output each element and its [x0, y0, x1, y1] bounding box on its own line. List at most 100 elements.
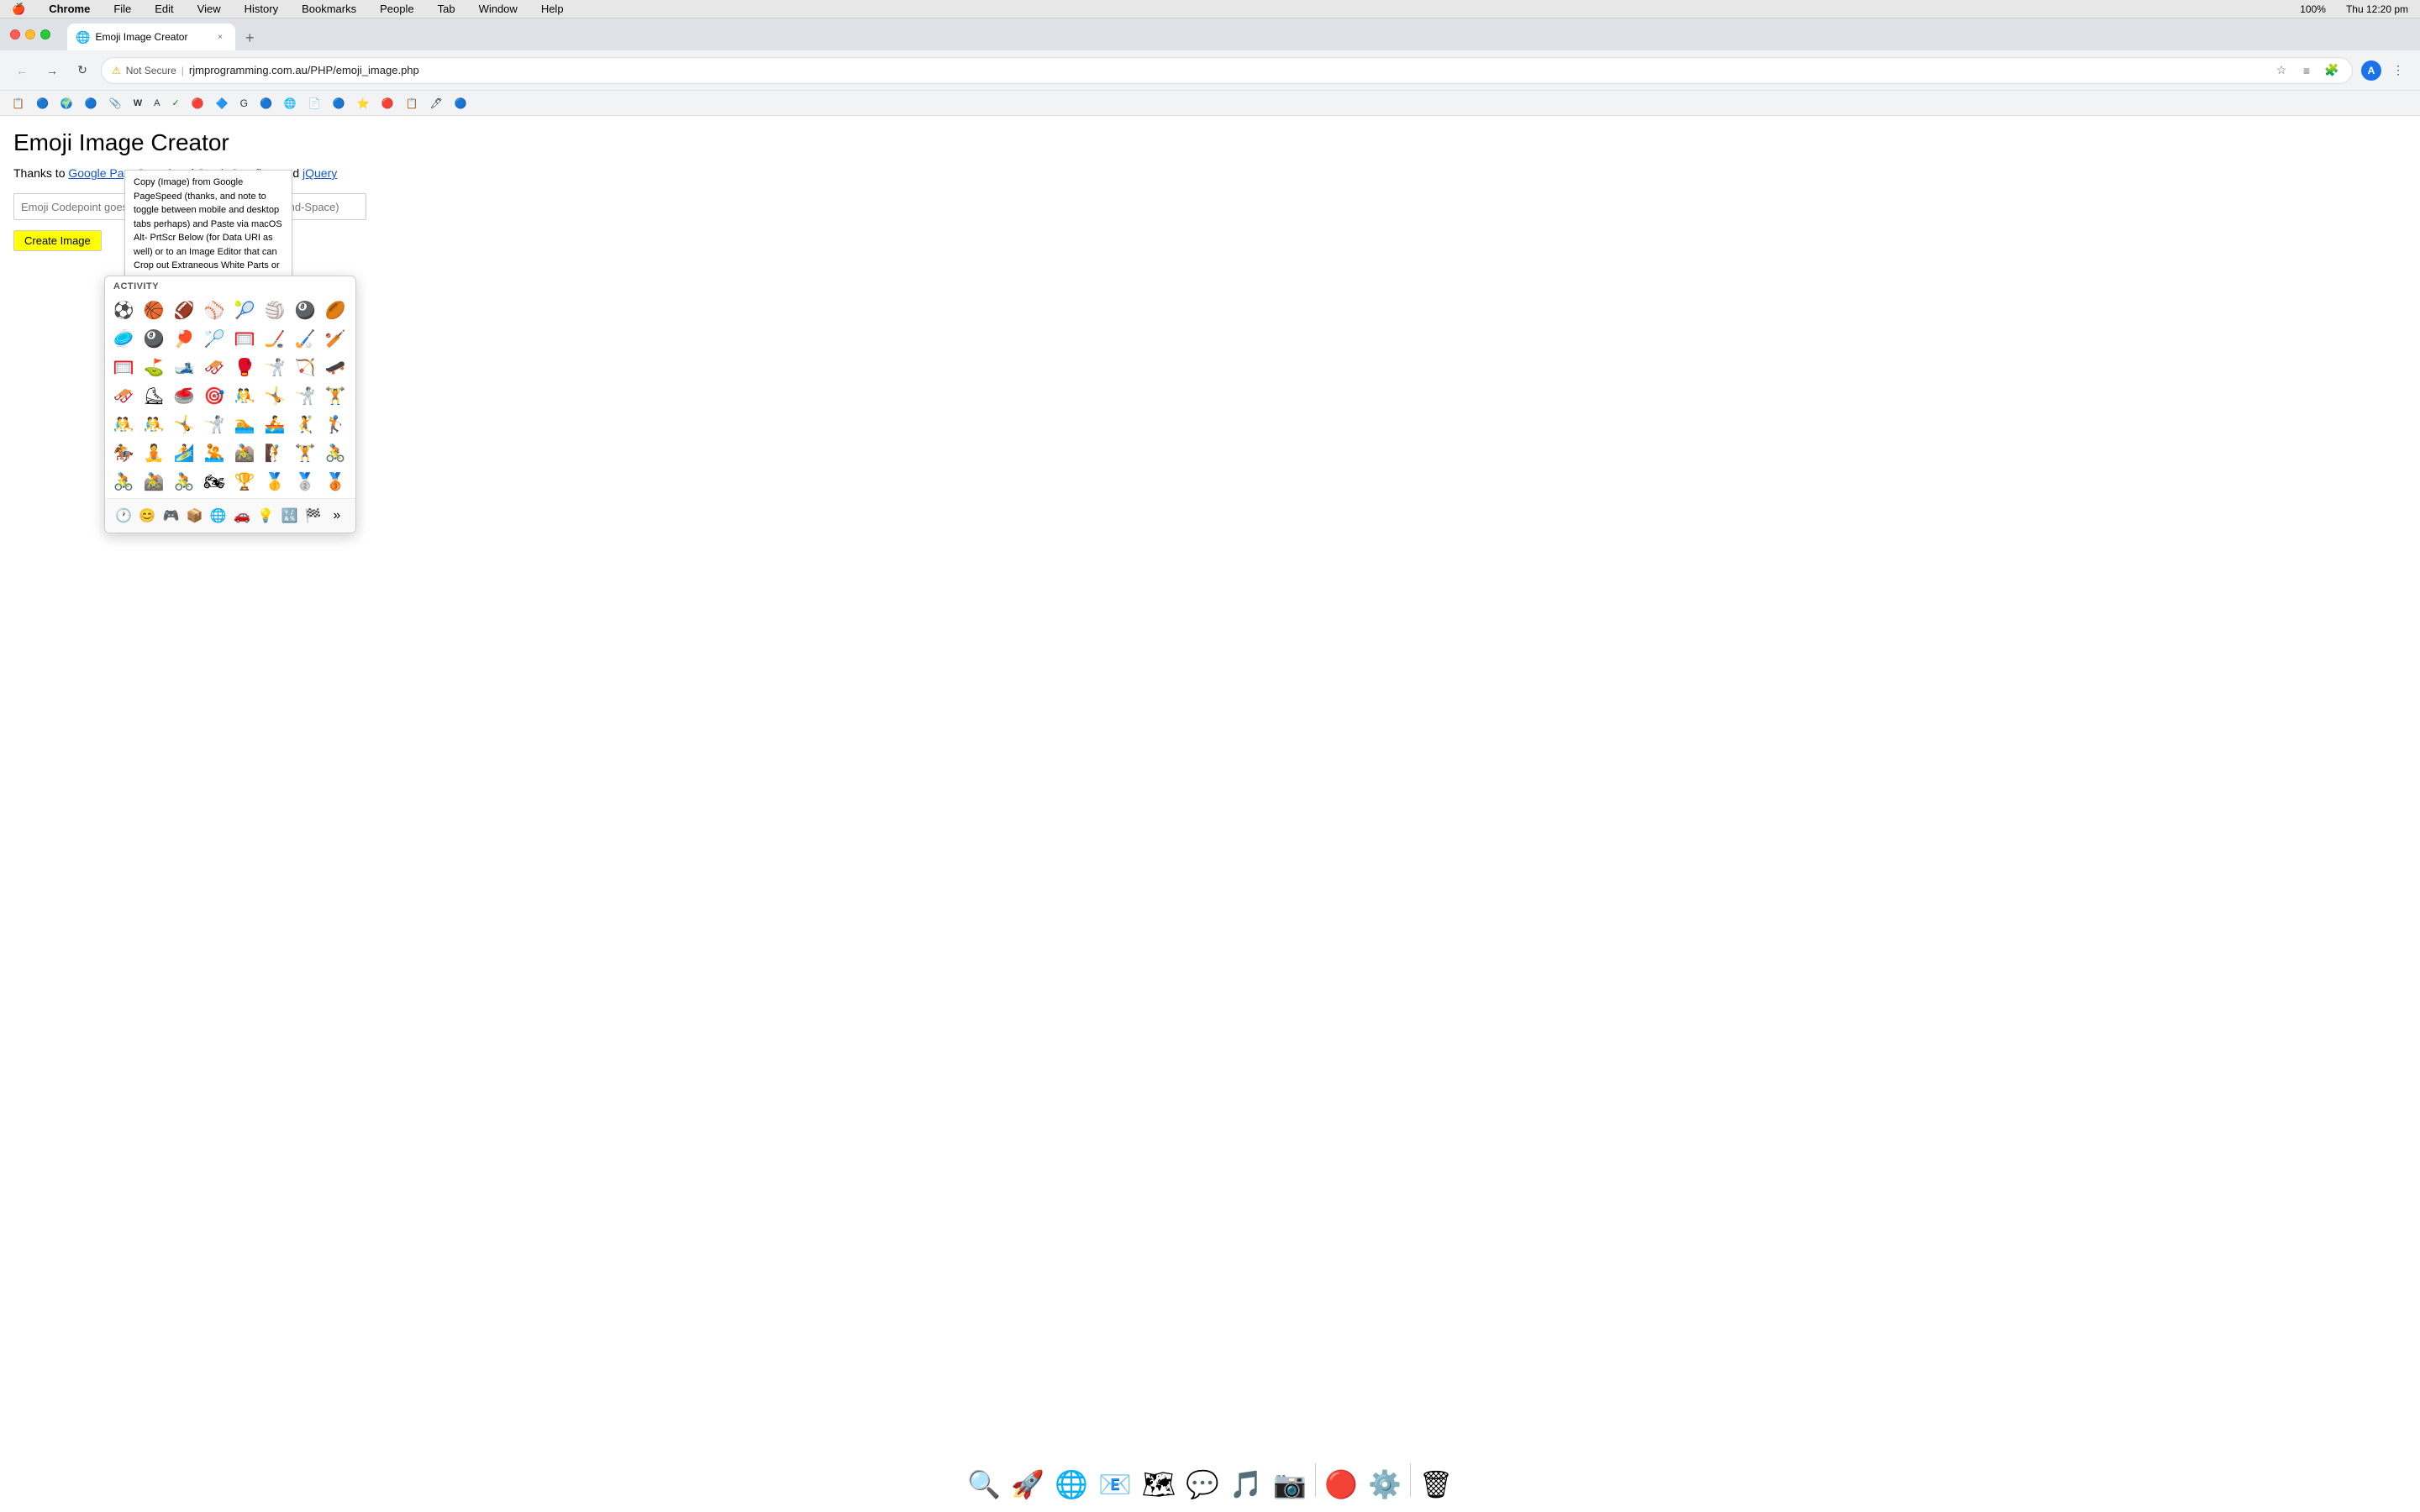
recent-category-button[interactable]: 🕐: [112, 504, 135, 528]
bookmark-item[interactable]: 🔴: [376, 96, 399, 111]
bookmark-item[interactable]: 🌍: [55, 96, 78, 111]
profile-button[interactable]: A: [2360, 59, 2383, 82]
active-tab[interactable]: 🌐 Emoji Image Creator ×: [67, 24, 235, 50]
dock-trash[interactable]: 🗑: [1416, 1464, 1456, 1504]
dock-music[interactable]: 🎵: [1226, 1464, 1266, 1504]
bookmark-item[interactable]: G: [235, 96, 253, 111]
emoji-cell[interactable]: 🏋: [292, 439, 318, 466]
menu-history[interactable]: History: [239, 2, 283, 16]
emoji-cell[interactable]: 🏐: [261, 297, 288, 323]
emoji-cell[interactable]: 🤽: [201, 439, 228, 466]
bookmark-item[interactable]: 📎: [104, 96, 127, 111]
emoji-cell[interactable]: 🤼: [231, 382, 258, 409]
emoji-cell[interactable]: 🧗: [261, 439, 288, 466]
emoji-cell[interactable]: 🤼: [110, 411, 137, 438]
emoji-cell[interactable]: 🤺: [261, 354, 288, 381]
bookmark-item[interactable]: 🔵: [328, 96, 350, 111]
emoji-cell[interactable]: 🤸: [171, 411, 197, 438]
jquery-link[interactable]: jQuery: [302, 166, 337, 180]
bookmark-item[interactable]: A: [149, 97, 165, 110]
emoji-cell[interactable]: 🛹: [322, 354, 349, 381]
emoji-cell[interactable]: 🚴: [171, 468, 197, 495]
emoji-cell[interactable]: ⚽: [110, 297, 137, 323]
emoji-cell[interactable]: 🏹: [292, 354, 318, 381]
dock-safari[interactable]: 🌐: [1051, 1464, 1092, 1504]
emoji-cell[interactable]: 🚴: [322, 439, 349, 466]
emoji-cell[interactable]: 🥌: [171, 382, 197, 409]
emoji-cell[interactable]: 🥅: [231, 325, 258, 352]
menu-edit[interactable]: Edit: [150, 2, 178, 16]
emoji-cell[interactable]: 🏄: [171, 439, 197, 466]
vehicles-category-button[interactable]: 🚗: [230, 504, 254, 528]
bookmark-item[interactable]: ⭐: [352, 96, 375, 111]
emoji-cell[interactable]: 🏈: [171, 297, 197, 323]
emoji-cell[interactable]: 🎯: [201, 382, 228, 409]
emoji-cell[interactable]: 🏉: [322, 297, 349, 323]
dock-finder[interactable]: 🔍: [964, 1464, 1004, 1504]
emoji-cell[interactable]: 🤾: [292, 411, 318, 438]
flags-category-button[interactable]: 🏁: [302, 504, 325, 528]
dock-maps[interactable]: 🗺: [1139, 1464, 1179, 1504]
emoji-cell[interactable]: 🏆: [231, 468, 258, 495]
emoji-cell[interactable]: 🥏: [110, 325, 137, 352]
emoji-cell[interactable]: 🚵: [231, 439, 258, 466]
bookmark-page-button[interactable]: ☆: [2271, 60, 2291, 81]
emoji-cell[interactable]: 🏏: [322, 325, 349, 352]
menu-chrome[interactable]: Chrome: [44, 2, 95, 16]
emoji-cell[interactable]: 🥈: [292, 468, 318, 495]
reload-button[interactable]: ↻: [71, 59, 94, 82]
extensions-button[interactable]: 🧩: [2322, 60, 2342, 81]
emoji-cell[interactable]: 🚴: [110, 468, 137, 495]
bookmark-item[interactable]: 🖊: [425, 96, 448, 111]
emoji-cell[interactable]: 🥇: [261, 468, 288, 495]
bookmark-item[interactable]: ✓: [167, 96, 185, 110]
forward-button[interactable]: →: [40, 59, 64, 82]
activities-category-button active[interactable]: 🎮: [159, 504, 182, 528]
emoji-cell[interactable]: 🤸: [261, 382, 288, 409]
dock-mail[interactable]: 📧: [1095, 1464, 1135, 1504]
bookmark-item[interactable]: 🔵: [80, 96, 103, 111]
bookmark-item[interactable]: 🔵: [31, 96, 54, 111]
menu-file[interactable]: File: [108, 2, 136, 16]
dock-settings[interactable]: ⚙️: [1365, 1464, 1405, 1504]
bookmark-item[interactable]: 📋: [401, 96, 424, 111]
emoji-cell[interactable]: 🏇: [110, 439, 137, 466]
bookmark-item[interactable]: 🔵: [450, 96, 472, 111]
emoji-cell[interactable]: 🎱: [140, 325, 167, 352]
emoji-cell[interactable]: 🏒: [261, 325, 288, 352]
menu-bookmarks[interactable]: Bookmarks: [297, 2, 361, 16]
emoji-cell[interactable]: 🏌: [322, 411, 349, 438]
url-bar[interactable]: ⚠ Not Secure | rjmprogramming.com.au/PHP…: [101, 57, 2353, 84]
symbols-category-button[interactable]: 💡: [254, 504, 277, 528]
emoji-cell[interactable]: 🎱: [292, 297, 318, 323]
emoji-cell[interactable]: ⚾: [201, 297, 228, 323]
emoji-cell[interactable]: 🚣: [261, 411, 288, 438]
emoji-cell[interactable]: 🏀: [140, 297, 167, 323]
menu-view[interactable]: View: [192, 2, 226, 16]
bookmark-item[interactable]: 🔷: [211, 96, 234, 111]
tab-close-button[interactable]: ×: [213, 30, 227, 44]
apple-menu[interactable]: 🍎: [7, 2, 30, 17]
chrome-menu-button[interactable]: ⋮: [2386, 59, 2410, 82]
create-image-button[interactable]: Create Image: [13, 230, 102, 251]
menu-window[interactable]: Window: [474, 2, 523, 16]
emoji-cell[interactable]: 🤺: [201, 411, 228, 438]
menu-people[interactable]: People: [375, 2, 418, 16]
more-category-button[interactable]: »: [325, 504, 349, 528]
close-window-button[interactable]: [10, 29, 20, 39]
misc-category-button[interactable]: 🔣: [277, 504, 301, 528]
emoji-cell[interactable]: 🎿: [171, 354, 197, 381]
back-button[interactable]: ←: [10, 59, 34, 82]
emoji-cell[interactable]: 🏸: [201, 325, 228, 352]
emoji-cell[interactable]: 🥅: [110, 354, 137, 381]
emoji-cell[interactable]: 🥉: [322, 468, 349, 495]
menu-help[interactable]: Help: [536, 2, 569, 16]
emoji-cell[interactable]: ⛳: [140, 354, 167, 381]
emoji-cell[interactable]: 🏑: [292, 325, 318, 352]
dock-messages[interactable]: 💬: [1182, 1464, 1223, 1504]
travel-category-button[interactable]: 🌐: [207, 504, 230, 528]
bookmark-item[interactable]: 🔵: [255, 96, 277, 111]
emoji-cell[interactable]: 🎾: [231, 297, 258, 323]
bookmark-item[interactable]: 📄: [303, 96, 326, 111]
dock-launchpad[interactable]: 🚀: [1007, 1464, 1048, 1504]
